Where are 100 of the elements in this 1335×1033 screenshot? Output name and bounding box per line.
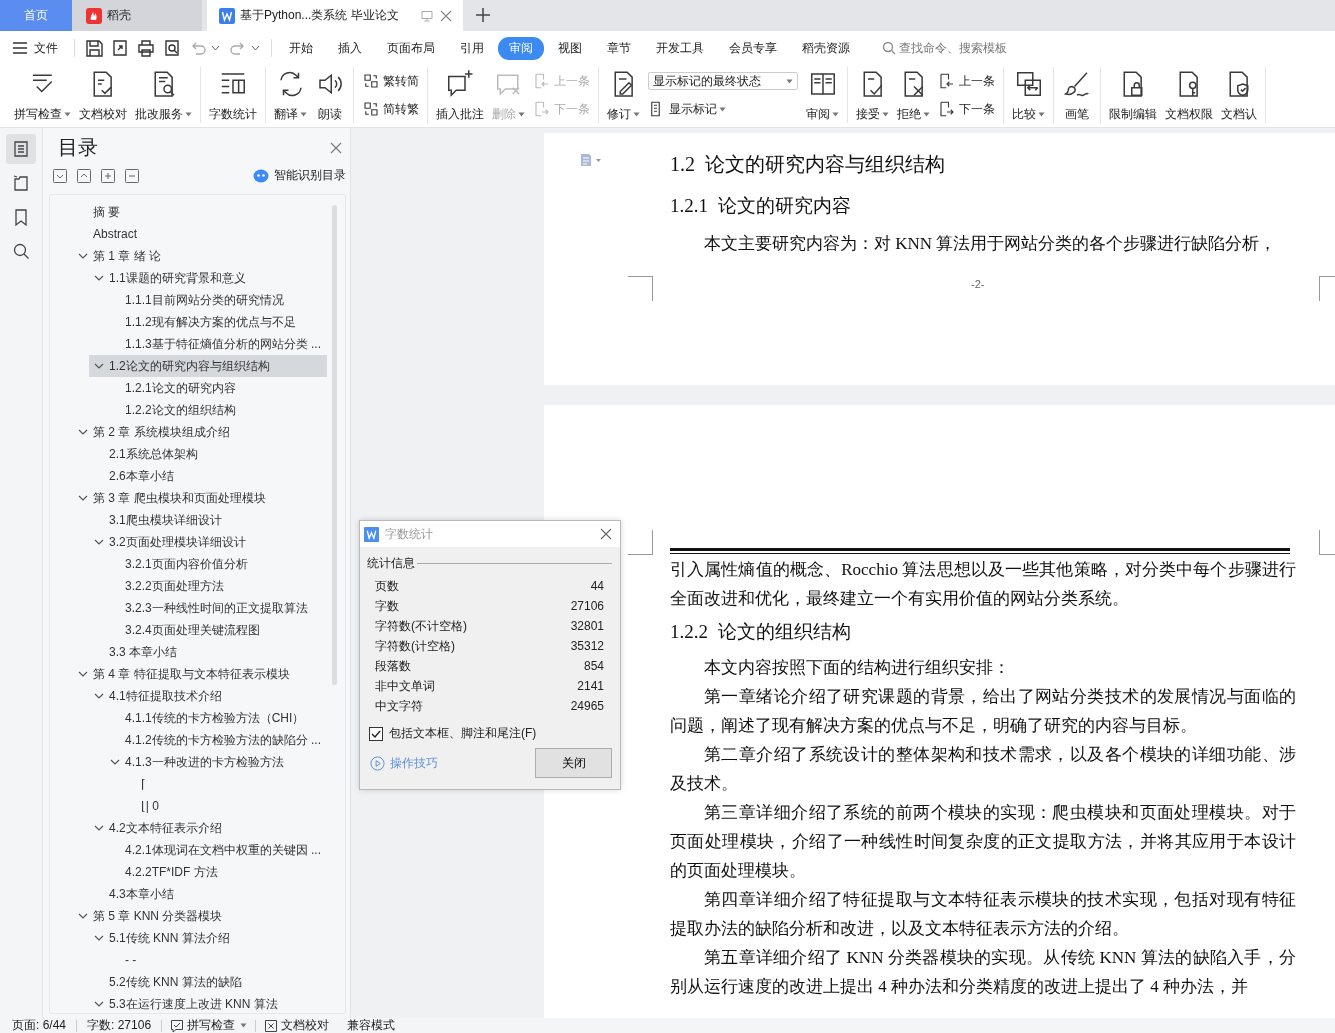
outline-item[interactable]: 5.2传统 KNN 算法的缺陷	[89, 971, 327, 993]
menu-tab[interactable]: 开始	[278, 36, 324, 60]
outline-item[interactable]: ⌊| 0	[121, 795, 327, 817]
outline-item[interactable]: 4.1.3一种改进的卡方检验方法	[105, 751, 327, 773]
expand-up-icon[interactable]	[77, 168, 91, 183]
outline-item[interactable]: 3.2.4页面处理关键流程图	[105, 619, 327, 641]
print-icon[interactable]	[136, 38, 156, 58]
smart-toc-button[interactable]: 智能识别目录	[274, 167, 346, 184]
caret-icon[interactable]	[251, 45, 260, 51]
toolbar-button[interactable]: 限制编辑	[1105, 67, 1161, 123]
outline-item[interactable]: 1.1.1目前网站分类的研究情况	[105, 289, 327, 311]
outline-item[interactable]: 4.2.2TF*IDF 方法	[105, 861, 327, 883]
collapse-icon[interactable]	[53, 168, 67, 183]
plus-icon[interactable]	[101, 168, 115, 183]
outline-item[interactable]: 5.1传统 KNN 算法介绍	[89, 927, 327, 949]
toolbar-button[interactable]: 翻译	[270, 67, 311, 123]
toolbar-button[interactable]: 拒绝	[893, 67, 934, 123]
toolbar-button[interactable]: 比较	[1008, 67, 1049, 123]
outline-item[interactable]: 第 3 章 爬虫模块和页面处理模块	[73, 487, 327, 509]
outline-item[interactable]: 3.2.3一种线性时间的正文提取算法	[105, 597, 327, 619]
paragraph: 引入属性熵值的概念、Rocchio 算法思想以及一些其他策略，对分类中每个步骤进行全面改进和优化，最终建立一个有实用价值的网站分类系统。	[670, 559, 1296, 610]
toolbar-button[interactable]: 文档认	[1217, 67, 1261, 123]
caret-icon	[786, 78, 793, 84]
outline-item[interactable]: 1.2.2论文的组织结构	[105, 399, 327, 421]
menu-tab[interactable]: 会员专享	[718, 36, 788, 60]
checkbox[interactable]	[369, 726, 383, 741]
toolbar-button[interactable]: 修订	[603, 67, 644, 123]
outline-item[interactable]: 2.1系统总体架构	[89, 443, 327, 465]
status-button[interactable]: 拼写检查	[170, 1017, 248, 1033]
outline-item[interactable]: 4.1特征提取技术介绍	[89, 685, 327, 707]
sidebar-tab[interactable]	[6, 134, 36, 164]
outline-item[interactable]: 4.2.1体现词在文档中权重的关键因 ...	[105, 839, 327, 861]
checkbox-label[interactable]: 包括文本框、脚注和尾注(F)	[389, 725, 537, 742]
status-button[interactable]: 文档校对	[264, 1017, 330, 1033]
toolbar-button[interactable]: 拼写检查	[10, 67, 75, 123]
outline-item[interactable]: 4.1.1传统的卡方检验方法（CHI）	[105, 707, 327, 729]
outline-item[interactable]: ⌈	[121, 773, 327, 795]
close-button[interactable]: 关闭	[535, 748, 612, 778]
outline-item[interactable]: 4.3本章小结	[89, 883, 327, 905]
outline-item[interactable]: 第 5 章 KNN 分类器模块	[73, 905, 327, 927]
outline-item[interactable]: 第 4 章 特征提取与文本特征表示模块	[73, 663, 327, 685]
panel-title: 目录	[58, 135, 98, 160]
tab[interactable]: 稻壳	[72, 0, 202, 31]
outline-item[interactable]: 1.1课题的研究背景和意义	[89, 267, 327, 289]
tab[interactable]: 基于Python...类系统 毕业论文	[207, 0, 463, 31]
outline-item[interactable]: 第 2 章 系统模块组成介绍	[73, 421, 327, 443]
toolbar-button[interactable]: 显示标记	[648, 100, 798, 118]
menu-tab[interactable]: 插入	[327, 36, 373, 60]
menu-tab[interactable]: 页面布局	[376, 36, 446, 60]
outline-item[interactable]: Abstract	[73, 223, 327, 245]
close-icon[interactable]	[330, 141, 342, 154]
toolbar-button[interactable]: 画笔	[1058, 67, 1096, 123]
toolbar-button[interactable]: 上一条	[938, 72, 995, 90]
outline-item[interactable]: 5.3在运行速度上改进 KNN 算法	[89, 993, 327, 1013]
search-icon	[882, 41, 896, 55]
menu-tab[interactable]: 视图	[547, 36, 593, 60]
menu-tab[interactable]: 开发工具	[645, 36, 715, 60]
outline-item[interactable]: - -	[105, 949, 327, 971]
outline-item[interactable]: 1.2.1论文的研究内容	[105, 377, 327, 399]
preview-icon[interactable]	[162, 38, 182, 58]
close-icon[interactable]	[600, 528, 612, 540]
search-field[interactable]: 查找命令、搜索模板	[882, 41, 1049, 55]
outline-item[interactable]: 3.3 本章小结	[89, 641, 327, 663]
toolbar-button[interactable]: 简转繁	[362, 100, 419, 118]
scrollbar-thumb[interactable]	[332, 205, 337, 685]
toolbar-button[interactable]: 字数统计	[205, 67, 261, 123]
toolbar-button[interactable]: 审阅	[802, 67, 843, 123]
toolbar-button[interactable]: 文档权限	[1161, 67, 1217, 123]
outline-item[interactable]: 3.1爬虫模块详细设计	[89, 509, 327, 531]
toolbar-button[interactable]: 朗读	[311, 67, 349, 123]
outline-item[interactable]: 摘 要	[73, 201, 327, 223]
outline-item[interactable]: 1.2论文的研究内容与组织结构	[89, 355, 327, 377]
plus-icon[interactable]	[475, 7, 491, 23]
outline-item[interactable]: 3.2.2页面处理方法	[105, 575, 327, 597]
toolbar-button[interactable]: 接受	[852, 67, 893, 123]
outline-item[interactable]: 第 1 章 绪 论	[73, 245, 327, 267]
outline-item[interactable]: 4.2文本特征表示介绍	[89, 817, 327, 839]
outline-item[interactable]: 4.1.2传统的卡方检验方法的缺陷分 ...	[105, 729, 327, 751]
minus-icon[interactable]	[125, 168, 139, 183]
paragraph: 本文内容按照下面的结构进行组织安排：	[703, 657, 1011, 679]
export-icon[interactable]	[110, 38, 130, 58]
toolbar-button[interactable]: 繁转简	[362, 72, 419, 90]
menu-tab[interactable]: 章节	[596, 36, 642, 60]
save-icon[interactable]	[84, 38, 104, 58]
close-icon[interactable]	[439, 8, 453, 23]
outline-item[interactable]: 3.2页面处理模块详细设计	[89, 531, 327, 553]
outline-item[interactable]: 2.6本章小结	[89, 465, 327, 487]
outline-item[interactable]: 3.2.1页面内容价值分析	[105, 553, 327, 575]
outline-item[interactable]: 1.1.3基于特征熵值分析的网站分类 ...	[105, 333, 327, 355]
toolbar-button[interactable]: 下一条	[938, 100, 995, 118]
menu-tab[interactable]: 引用	[449, 36, 495, 60]
paragraph: 本文主要研究内容为：对 KNN 算法用于网站分类的各个步骤进行缺陷分析，	[703, 233, 1278, 255]
dropdown-field[interactable]: 显示标记的最终状态	[648, 72, 798, 90]
outline-item[interactable]: 1.1.2现有解决方案的优点与不足	[105, 311, 327, 333]
toolbar-button[interactable]: 插入批注	[432, 67, 488, 123]
caret-icon[interactable]	[211, 45, 220, 51]
menu-tab[interactable]: 稻壳资源	[791, 36, 861, 60]
file-menu[interactable]: 文件	[12, 39, 68, 57]
toolbar-button[interactable]: 批改服务	[131, 67, 196, 123]
toolbar-button[interactable]: 文档校对	[75, 67, 131, 123]
